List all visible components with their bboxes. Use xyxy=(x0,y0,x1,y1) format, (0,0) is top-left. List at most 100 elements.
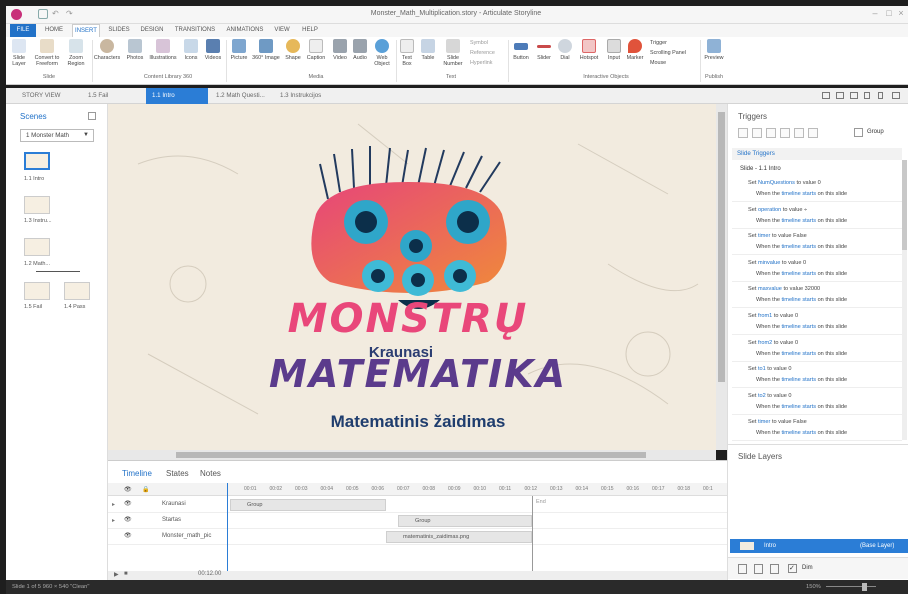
trigger-item[interactable]: Set to2 to value 0 When the timeline star… xyxy=(732,389,902,415)
text-box-button[interactable]: Text Box xyxy=(398,39,416,67)
visibility-icon[interactable]: 👁 xyxy=(124,516,132,523)
scene-dropdown[interactable]: 1 Monster Math ▼ xyxy=(20,129,94,142)
photos-button[interactable]: Photos xyxy=(124,39,146,61)
trigger-event-link[interactable]: timeline starts xyxy=(782,297,817,303)
canvas-horizontal-scrollbar[interactable] xyxy=(108,450,716,460)
save-icon[interactable] xyxy=(38,9,48,19)
move-up-icon[interactable] xyxy=(794,128,804,138)
zoom-slider-thumb[interactable] xyxy=(862,583,867,591)
timeline-end-line[interactable] xyxy=(532,496,533,572)
tab-slide-1-1[interactable]: 1.1 Intro xyxy=(146,88,208,104)
image-360-button[interactable]: 360° Image xyxy=(252,39,280,61)
paste-trigger-icon[interactable] xyxy=(780,128,790,138)
trigger-item[interactable]: Set timer to value False When the timelin… xyxy=(732,415,902,442)
hotspot-button[interactable]: Hotspot xyxy=(576,39,602,61)
phone-view-icon[interactable] xyxy=(850,92,858,99)
trigger-item[interactable]: Set operation to value ÷ When the timelin… xyxy=(732,203,902,229)
slider-button[interactable]: Slider xyxy=(534,39,554,61)
trigger-variable-link[interactable]: from2 xyxy=(758,340,772,346)
tablet-view-icon[interactable] xyxy=(836,92,844,99)
timeline-row[interactable]: ▸ 👁 Startas Group xyxy=(108,513,727,529)
visibility-icon[interactable]: 👁 xyxy=(124,500,132,507)
scroll-thumb[interactable] xyxy=(176,452,646,458)
slide-thumb-1-3[interactable] xyxy=(24,196,50,214)
tab-animations[interactable]: ANIMATIONS xyxy=(222,24,268,37)
portrait-view-icon[interactable] xyxy=(878,92,883,99)
convert-freeform-button[interactable]: Convert to Freeform xyxy=(32,39,62,67)
tab-slide-1-3[interactable]: 1.3 Instrukcijos xyxy=(274,88,334,104)
minimize-icon[interactable]: – xyxy=(870,8,880,20)
trigger-variable-link[interactable]: operation xyxy=(758,207,781,213)
new-layer-icon[interactable] xyxy=(738,564,747,574)
mouse-button[interactable]: Mouse xyxy=(650,59,666,67)
trigger-variable-link[interactable]: to2 xyxy=(758,393,766,399)
trigger-item[interactable]: Set to1 to value 0 When the timeline star… xyxy=(732,362,902,389)
button-button[interactable]: Button xyxy=(510,39,532,61)
timeline-bar[interactable]: Group xyxy=(230,499,386,511)
stop-icon[interactable]: ■ xyxy=(124,571,128,577)
slide-thumb-1-5[interactable] xyxy=(24,282,50,300)
dial-button[interactable]: Dial xyxy=(556,39,574,61)
tab-slides[interactable]: SLIDES xyxy=(106,24,132,37)
close-icon[interactable]: × xyxy=(896,8,906,20)
preview-button[interactable]: Preview xyxy=(702,39,726,61)
trigger-event-link[interactable]: timeline starts xyxy=(782,377,817,383)
tab-slide-1-2[interactable]: 1.2 Math Questi... xyxy=(210,88,272,104)
timeline-row[interactable]: 👁 Monster_math_pic matematinis_zaidimas.… xyxy=(108,529,727,545)
zoom-slider[interactable] xyxy=(826,586,876,587)
trigger-button[interactable]: Trigger xyxy=(650,39,667,47)
device-view-icon[interactable] xyxy=(864,92,870,99)
timeline-bar[interactable]: Group xyxy=(398,515,532,527)
trigger-item[interactable]: Set from2 to value 0 When the timeline st… xyxy=(732,336,902,362)
normal-view-icon[interactable] xyxy=(822,92,830,99)
redo-icon[interactable]: ↷ xyxy=(66,9,76,19)
trigger-event-link[interactable]: timeline starts xyxy=(782,244,817,250)
tab-notes[interactable]: Notes xyxy=(200,469,221,478)
input-button[interactable]: Input xyxy=(604,39,624,61)
picture-button[interactable]: Picture xyxy=(228,39,250,61)
trigger-event-link[interactable]: timeline starts xyxy=(782,404,817,410)
video-button[interactable]: Video xyxy=(330,39,350,61)
fit-view-icon[interactable] xyxy=(892,92,900,99)
duplicate-layer-icon[interactable] xyxy=(754,564,763,574)
trigger-event-link[interactable]: timeline starts xyxy=(782,191,817,197)
trigger-variable-link[interactable]: timer xyxy=(758,419,770,425)
edit-trigger-icon[interactable] xyxy=(752,128,762,138)
panel-pin-icon[interactable] xyxy=(88,112,96,120)
slide-number-button[interactable]: Slide Number xyxy=(440,39,466,67)
videos-button[interactable]: Videos xyxy=(202,39,224,61)
visibility-icon[interactable]: 👁 xyxy=(124,532,132,539)
maximize-icon[interactable]: □ xyxy=(884,8,894,20)
tab-file[interactable]: FILE xyxy=(10,24,36,37)
timeline-bar[interactable]: matematinis_zaidimas.png xyxy=(386,531,532,543)
tab-states[interactable]: States xyxy=(166,469,189,478)
scroll-thumb[interactable] xyxy=(902,160,907,250)
slide-thumb-1-2[interactable] xyxy=(24,238,50,256)
slide-triggers-header[interactable]: Slide Triggers xyxy=(732,148,902,160)
copy-trigger-icon[interactable] xyxy=(766,128,776,138)
scroll-thumb[interactable] xyxy=(718,112,725,382)
tab-insert[interactable]: INSERT xyxy=(72,24,100,37)
marker-button[interactable]: Marker xyxy=(624,39,646,61)
trigger-event-link[interactable]: timeline starts xyxy=(782,351,817,357)
tab-timeline[interactable]: Timeline xyxy=(122,469,152,478)
slide-canvas[interactable]: MONSTRŲ Kraunasi MATEMATIKA Matematinis … xyxy=(108,104,716,450)
slide-layer-button[interactable]: Slide Layer xyxy=(10,39,28,67)
tab-home[interactable]: HOME xyxy=(42,24,66,37)
zoom-region-button[interactable]: Zoom Region xyxy=(64,39,88,67)
trigger-item[interactable]: Set minvalue to value 0 When the timeline… xyxy=(732,256,902,282)
canvas-vertical-scrollbar[interactable] xyxy=(716,104,727,450)
reference-button[interactable]: Reference xyxy=(470,49,495,57)
trigger-item[interactable]: Set maxvalue to value 32000 When the time… xyxy=(732,282,902,309)
slide-thumb-1-1[interactable] xyxy=(24,152,50,170)
play-icon[interactable]: ▶ xyxy=(114,571,119,578)
dim-checkbox[interactable]: ✓ xyxy=(788,564,797,573)
trigger-variable-link[interactable]: timer xyxy=(758,233,770,239)
tab-view[interactable]: VIEW xyxy=(272,24,292,37)
group-checkbox[interactable] xyxy=(854,128,863,137)
timeline-row[interactable]: ▸ 👁 Kraunasi Group xyxy=(108,497,727,513)
audio-button[interactable]: Audio xyxy=(350,39,370,61)
trigger-item[interactable]: Set from1 to value 0 When the timeline st… xyxy=(732,309,902,335)
slide-thumb-1-4[interactable] xyxy=(64,282,90,300)
delete-layer-icon[interactable] xyxy=(770,564,779,574)
